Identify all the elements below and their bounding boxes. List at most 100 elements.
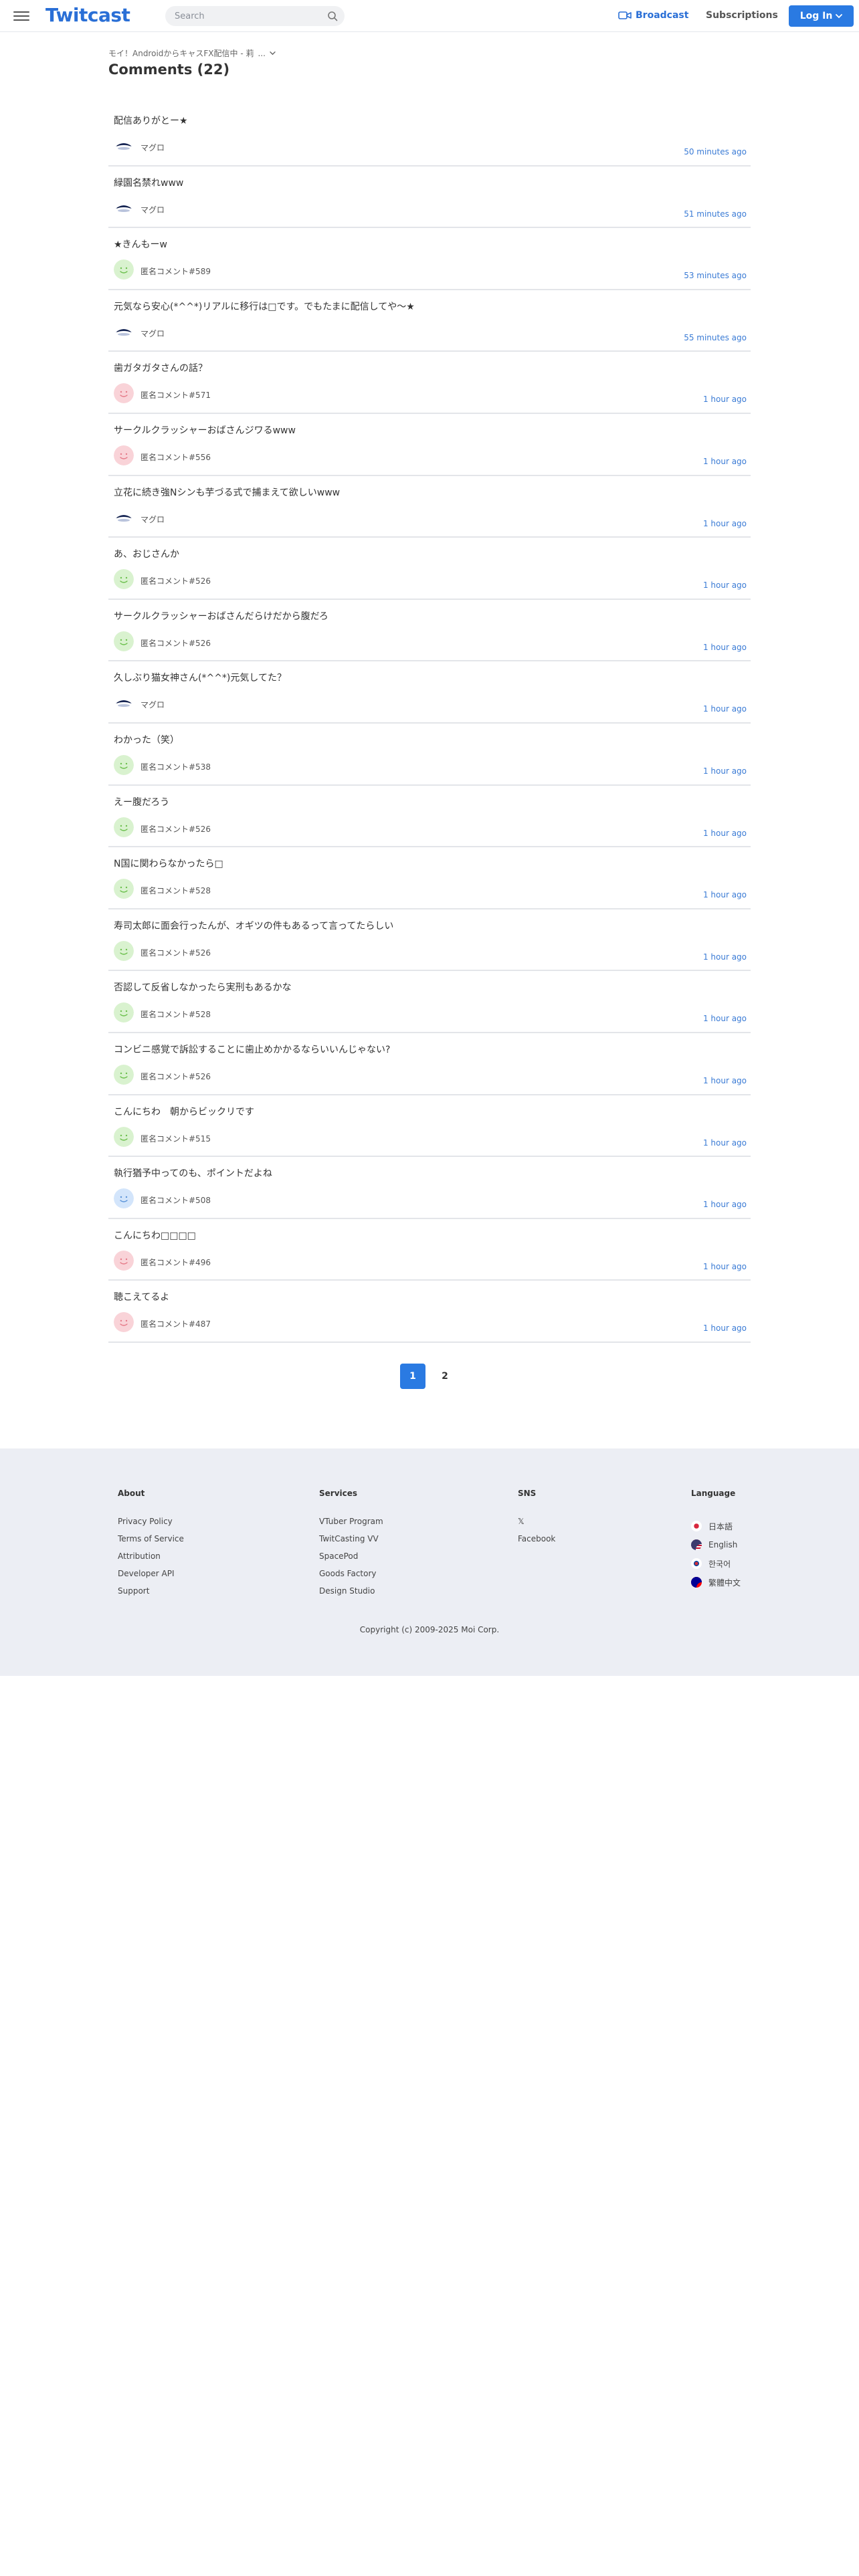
commenter-name[interactable]: 匿名コメント#571: [140, 389, 211, 401]
commenter-name[interactable]: 匿名コメント#508: [140, 1194, 211, 1206]
avatar[interactable]: [114, 879, 134, 899]
avatar[interactable]: [114, 817, 134, 837]
footer-link[interactable]: 𝕏: [518, 1517, 555, 1534]
avatar[interactable]: [114, 259, 134, 280]
comment-timestamp[interactable]: 55 minutes ago: [684, 333, 747, 342]
avatar[interactable]: [114, 940, 134, 961]
subscriptions-link[interactable]: Subscriptions: [706, 10, 778, 21]
avatar[interactable]: [114, 1312, 134, 1333]
comment-timestamp[interactable]: 1 hour ago: [703, 1200, 747, 1209]
avatar[interactable]: [114, 383, 134, 404]
commenter-name[interactable]: マグロ: [140, 204, 165, 215]
comment-timestamp[interactable]: 1 hour ago: [703, 519, 747, 528]
language-option[interactable]: 日本語: [691, 1517, 741, 1535]
avatar[interactable]: [114, 1064, 134, 1085]
footer-link[interactable]: Support: [118, 1586, 184, 1604]
commenter-name[interactable]: 匿名コメント#496: [140, 1257, 211, 1268]
language-option[interactable]: English: [691, 1535, 741, 1554]
commenter-name[interactable]: 匿名コメント#526: [140, 1071, 211, 1082]
comment-timestamp[interactable]: 1 hour ago: [703, 1323, 747, 1333]
avatar[interactable]: [114, 631, 134, 651]
commenter-name[interactable]: 匿名コメント#487: [140, 1318, 211, 1329]
comment-item: コンビニ感覚で訴訟することに歯止めかかるならいいんじゃない? 匿名コメント#526…: [108, 1033, 751, 1095]
comment-timestamp[interactable]: 1 hour ago: [703, 580, 747, 590]
comment-timestamp[interactable]: 1 hour ago: [703, 704, 747, 714]
comment-text: わかった（笑）: [114, 734, 179, 746]
avatar[interactable]: [114, 693, 134, 714]
commenter-name[interactable]: マグロ: [140, 514, 165, 525]
comment-timestamp[interactable]: 53 minutes ago: [684, 271, 747, 280]
commenter-name[interactable]: 匿名コメント#515: [140, 1133, 211, 1144]
commenter-name[interactable]: 匿名コメント#526: [140, 947, 211, 958]
footer-link[interactable]: Developer API: [118, 1569, 184, 1586]
commenter-name[interactable]: 匿名コメント#526: [140, 575, 211, 586]
comment-timestamp[interactable]: 1 hour ago: [703, 395, 747, 404]
avatar[interactable]: [114, 321, 134, 342]
commenter-name[interactable]: 匿名コメント#528: [140, 1008, 211, 1020]
comment-timestamp[interactable]: 1 hour ago: [703, 643, 747, 652]
broadcast-button[interactable]: Broadcast: [618, 10, 688, 21]
avatar[interactable]: [114, 136, 134, 156]
commenter-name[interactable]: 匿名コメント#528: [140, 885, 211, 896]
footer-link[interactable]: SpacePod: [319, 1551, 383, 1569]
footer-link[interactable]: TwitCasting VV: [319, 1534, 383, 1551]
breadcrumb-link[interactable]: モイ！AndroidからキャスFX配信中 - 莉: [108, 47, 254, 59]
avatar[interactable]: [114, 1188, 134, 1209]
language-option[interactable]: 繁體中文: [691, 1573, 741, 1592]
commenter-name[interactable]: マグロ: [140, 699, 165, 710]
footer-link[interactable]: Attribution: [118, 1551, 184, 1569]
avatar[interactable]: [114, 445, 134, 465]
footer-link[interactable]: Privacy Policy: [118, 1517, 184, 1534]
language-label: 한국어: [708, 1559, 731, 1569]
avatar[interactable]: [114, 507, 134, 528]
footer-link[interactable]: VTuber Program: [319, 1517, 383, 1534]
footer-link[interactable]: Goods Factory: [319, 1569, 383, 1586]
footer-heading: Services: [319, 1489, 358, 1498]
comment-timestamp[interactable]: 1 hour ago: [703, 890, 747, 899]
comment-timestamp[interactable]: 1 hour ago: [703, 766, 747, 776]
footer-link[interactable]: Design Studio: [319, 1586, 383, 1604]
comment-timestamp[interactable]: 1 hour ago: [703, 1262, 747, 1271]
comment-timestamp[interactable]: 51 minutes ago: [684, 209, 747, 219]
comment-timestamp[interactable]: 1 hour ago: [703, 952, 747, 962]
broadcast-label: Broadcast: [636, 10, 689, 21]
site-logo[interactable]: Twitcast: [45, 4, 130, 26]
footer-link[interactable]: Facebook: [518, 1534, 555, 1551]
commenter-name[interactable]: 匿名コメント#556: [140, 451, 211, 463]
avatar[interactable]: [114, 1126, 134, 1147]
comment-timestamp[interactable]: 1 hour ago: [703, 829, 747, 838]
page-1-button[interactable]: 1: [400, 1364, 425, 1389]
login-button[interactable]: Log In: [789, 5, 854, 27]
avatar[interactable]: [114, 197, 134, 218]
comment-timestamp[interactable]: 1 hour ago: [703, 1014, 747, 1023]
comment-timestamp[interactable]: 1 hour ago: [703, 1076, 747, 1085]
commenter-name[interactable]: マグロ: [140, 142, 165, 153]
comment-text: 配信ありがとー★: [114, 116, 188, 126]
commenter-name[interactable]: 匿名コメント#538: [140, 761, 211, 772]
footer-heading: About: [118, 1489, 145, 1498]
avatar[interactable]: [114, 754, 134, 775]
page-2-button[interactable]: 2: [432, 1364, 458, 1389]
breadcrumb-more[interactable]: ...: [258, 49, 265, 58]
chevron-down-icon[interactable]: [270, 51, 276, 56]
commenter-name[interactable]: マグロ: [140, 328, 165, 339]
search-icon[interactable]: [327, 11, 338, 21]
search-input[interactable]: [175, 6, 315, 26]
comment-item: 久しぶり猫女神さん(*^^*)元気してた？ マグロ 1 hour ago: [108, 661, 751, 724]
comment-timestamp[interactable]: 50 minutes ago: [684, 147, 747, 156]
avatar[interactable]: [114, 1250, 134, 1271]
comment-text: こんにちわ 朝からビックリです: [114, 1106, 254, 1117]
comment-item: こんにちわ□□□□ 匿名コメント#496 1 hour ago: [108, 1219, 751, 1281]
search-box[interactable]: [165, 6, 345, 26]
language-option[interactable]: 한국어: [691, 1554, 741, 1573]
commenter-name[interactable]: 匿名コメント#526: [140, 823, 211, 835]
commenter-name[interactable]: 匿名コメント#526: [140, 637, 211, 649]
avatar[interactable]: [114, 569, 134, 590]
avatar[interactable]: [114, 1002, 134, 1023]
comment-timestamp[interactable]: 1 hour ago: [703, 1138, 747, 1148]
hamburger-menu-icon[interactable]: [13, 9, 29, 23]
commenter-name[interactable]: 匿名コメント#589: [140, 265, 211, 277]
comment-timestamp[interactable]: 1 hour ago: [703, 457, 747, 466]
comment-text: あ、おじさんか: [114, 549, 179, 560]
footer-link[interactable]: Terms of Service: [118, 1534, 184, 1551]
